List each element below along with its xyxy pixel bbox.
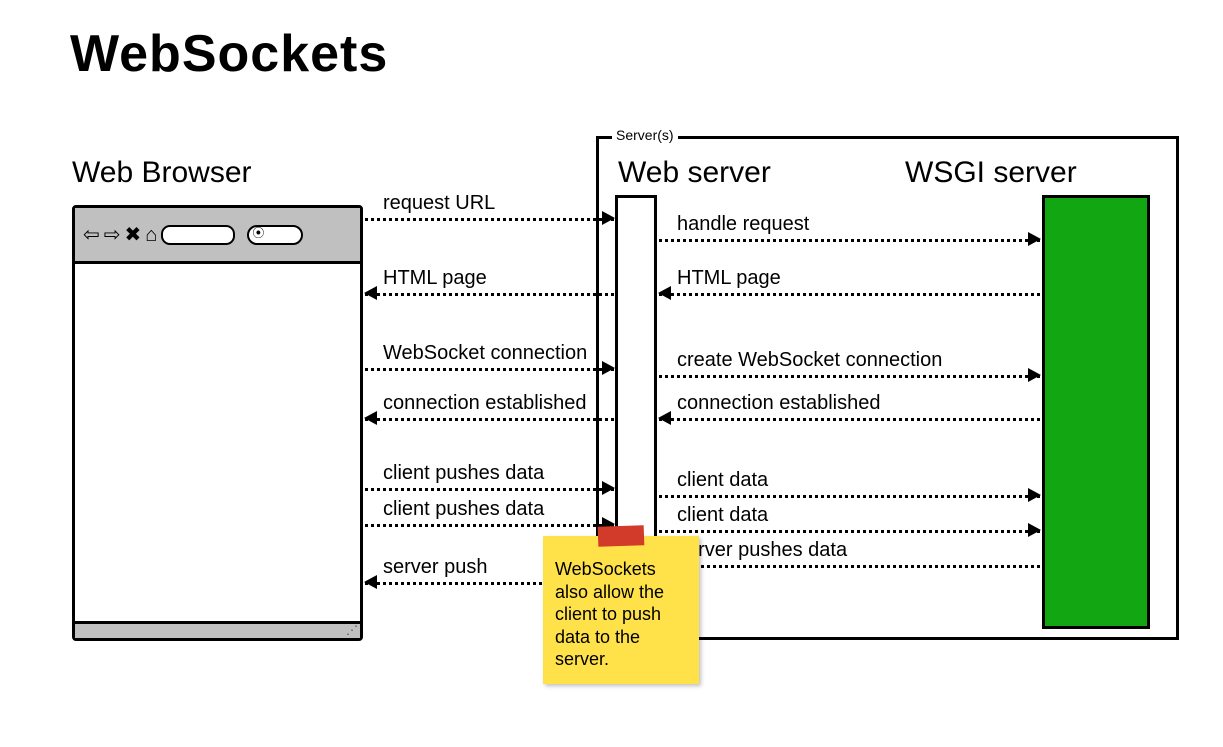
arrow-label: WebSocket connection — [383, 342, 587, 365]
arrowhead-left-icon — [364, 575, 377, 589]
arrow-line — [365, 488, 614, 491]
wsgiserver-lifeline — [1042, 195, 1150, 629]
arrowhead-left-icon — [364, 411, 377, 425]
sticky-note-text: WebSockets also allow the client to push… — [555, 559, 664, 669]
webserver-heading: Web server — [618, 156, 771, 190]
arrowhead-right-icon — [602, 361, 615, 375]
arrow-line — [365, 218, 614, 221]
page-title: WebSockets — [70, 24, 388, 84]
browser-toolbar: ⇦ ⇨ ✖ ⌂ — [75, 208, 360, 264]
arrow-line — [659, 530, 1040, 533]
arrow-label: handle request — [677, 213, 809, 236]
home-icon: ⌂ — [145, 225, 157, 245]
server-group-label: Server(s) — [612, 127, 678, 143]
arrow-label: client data — [677, 504, 768, 527]
arrow-label: client data — [677, 469, 768, 492]
stop-icon: ✖ — [125, 225, 142, 245]
browser-window: ⇦ ⇨ ✖ ⌂ ⋰ — [72, 205, 363, 641]
resize-grip-icon: ⋰ — [346, 623, 356, 637]
arrowhead-left-icon — [658, 286, 671, 300]
sticky-note: WebSockets also allow the client to push… — [543, 536, 699, 684]
arrow-line — [659, 565, 1040, 568]
arrow-label: server pushes data — [677, 539, 847, 562]
arrow-line — [365, 368, 614, 371]
arrow-label: client pushes data — [383, 498, 544, 521]
wsgiserver-heading: WSGI server — [905, 156, 1077, 190]
arrow-label: request URL — [383, 192, 495, 215]
arrow-label: server push — [383, 556, 488, 579]
arrowhead-right-icon — [1028, 488, 1041, 502]
arrow-line — [365, 293, 614, 296]
arrowhead-right-icon — [1028, 232, 1041, 246]
browser-heading: Web Browser — [72, 156, 252, 190]
arrowhead-right-icon — [602, 211, 615, 225]
arrow-label: connection established — [677, 392, 880, 415]
arrow-label: HTML page — [677, 267, 781, 290]
arrow-label: connection established — [383, 392, 586, 415]
arrow-line — [659, 418, 1040, 421]
search-bar — [247, 225, 303, 245]
arrowhead-right-icon — [1028, 523, 1041, 537]
browser-statusbar: ⋰ — [75, 621, 360, 638]
arrow-line — [659, 239, 1040, 242]
arrow-label: create WebSocket connection — [677, 349, 942, 372]
tape-icon — [598, 525, 645, 547]
diagram-stage: WebSockets Web Browser ⇦ ⇨ ✖ ⌂ ⋰ Server(… — [0, 0, 1223, 747]
arrow-line — [659, 293, 1040, 296]
arrow-line — [659, 375, 1040, 378]
arrowhead-right-icon — [1028, 368, 1041, 382]
url-bar — [161, 225, 235, 245]
arrowhead-right-icon — [602, 481, 615, 495]
arrowhead-left-icon — [364, 286, 377, 300]
back-icon: ⇦ — [83, 225, 100, 245]
arrow-label: HTML page — [383, 267, 487, 290]
arrow-line — [659, 495, 1040, 498]
arrow-label: client pushes data — [383, 462, 544, 485]
arrow-line — [365, 524, 614, 527]
forward-icon: ⇨ — [104, 225, 121, 245]
arrow-line — [365, 418, 614, 421]
arrowhead-left-icon — [658, 411, 671, 425]
